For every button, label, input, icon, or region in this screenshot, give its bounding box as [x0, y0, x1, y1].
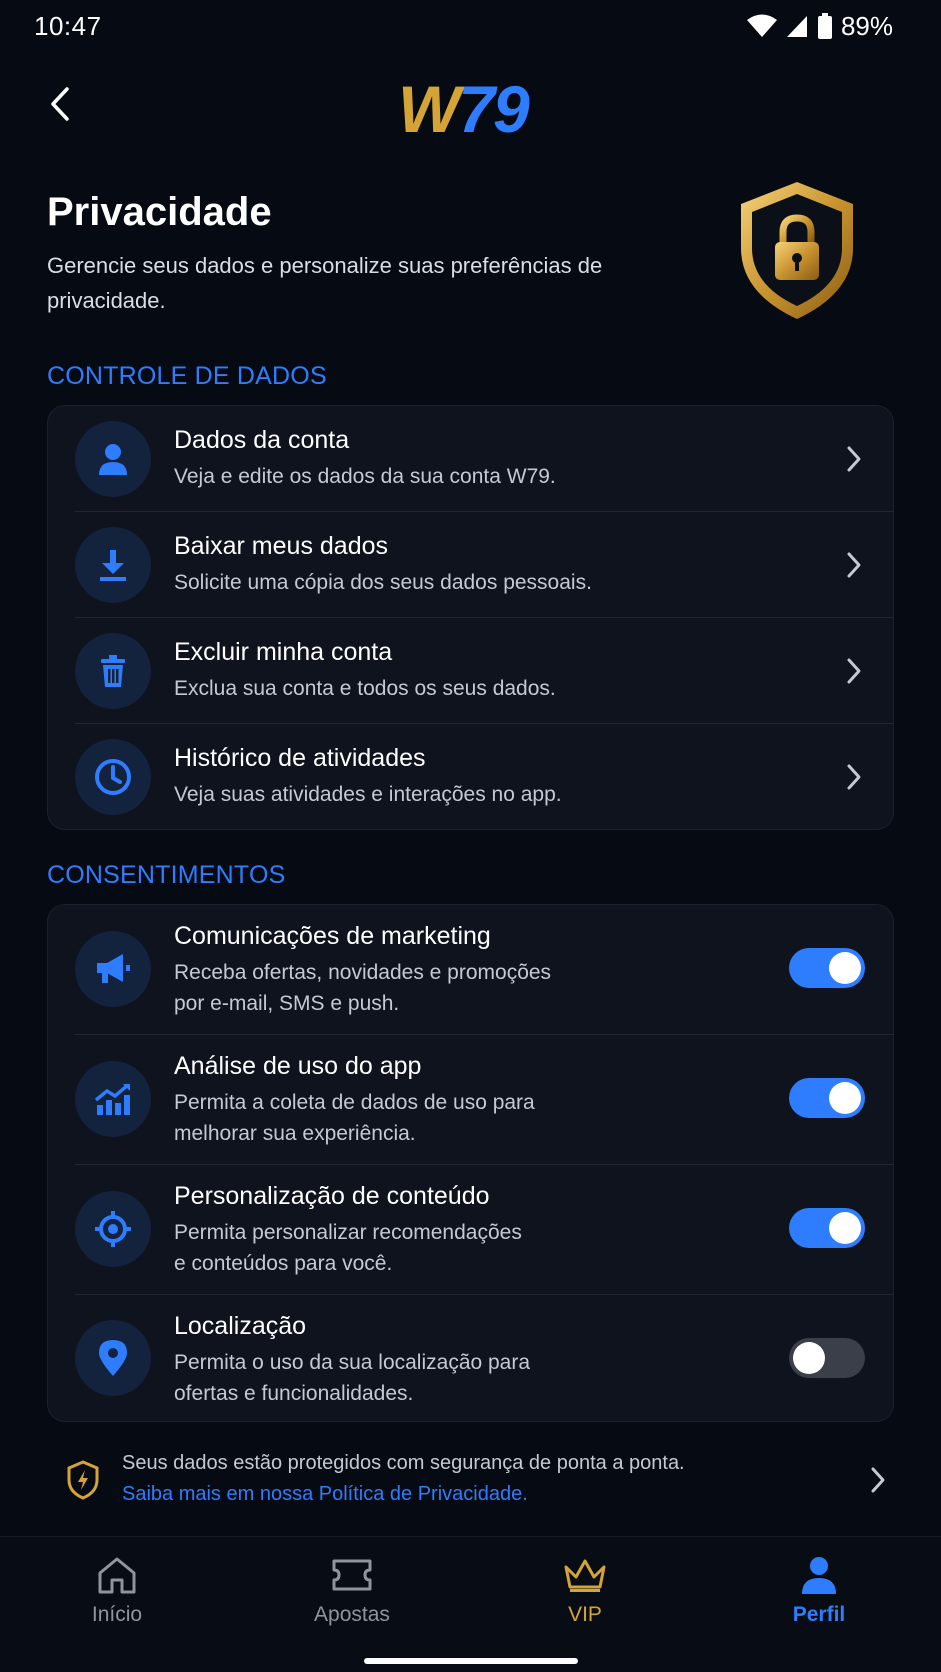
- list-item-download-data[interactable]: Baixar meus dados Solicite uma cópia dos…: [48, 512, 893, 618]
- chevron-right-icon: [843, 550, 865, 580]
- clock-icon: [75, 739, 151, 815]
- description-line: Permita o uso da sua localização para: [174, 1351, 531, 1374]
- item-description: Veja e edite os dados da sua conta W79.: [174, 465, 556, 488]
- battery-icon: [817, 13, 832, 39]
- wifi-icon: [746, 14, 777, 37]
- item-description: Permita o uso da sua localização para of…: [174, 1347, 530, 1409]
- chevron-right-icon: [843, 762, 865, 792]
- target-icon: [75, 1191, 151, 1267]
- download-icon: [75, 527, 151, 603]
- data-control-card: Dados da conta Veja e edite os dados da …: [47, 405, 894, 830]
- privacy-policy-link[interactable]: Saiba mais em nossa Política de Privacid…: [122, 1479, 528, 1509]
- shield-icon: [67, 1460, 99, 1500]
- nav-item-home[interactable]: Início: [42, 1555, 192, 1627]
- consent-item-marketing: Comunicações de marketing Receba ofertas…: [48, 905, 893, 1035]
- consents-card: Comunicações de marketing Receba ofertas…: [47, 904, 894, 1422]
- consent-item-location: Localização Permita o uso da sua localiz…: [48, 1295, 893, 1421]
- status-bar: 10:47 89%: [0, 0, 941, 52]
- logo-letter: W: [398, 72, 460, 146]
- location-toggle[interactable]: [789, 1338, 865, 1378]
- description-line: Permita personalizar recomendações: [174, 1221, 522, 1244]
- home-indicator[interactable]: [364, 1658, 578, 1664]
- battery-percent: 89%: [840, 10, 893, 41]
- location-pin-icon: [75, 1320, 151, 1396]
- page-title: Privacidade: [47, 190, 272, 234]
- nav-label: Início: [91, 1603, 143, 1626]
- chevron-right-icon: [843, 444, 865, 474]
- section-label-data-control: CONTROLE DE DADOS: [47, 362, 327, 390]
- item-title: Baixar meus dados: [174, 532, 389, 560]
- status-icons: 89%: [746, 10, 893, 42]
- description-line: e conteúdos para você.: [174, 1252, 393, 1275]
- toggle-knob: [829, 1212, 861, 1244]
- shield-lock-icon: [741, 182, 853, 319]
- description-line: Receba ofertas, novidades e promoções: [174, 961, 552, 984]
- item-title: Personalização de conteúdo: [174, 1182, 490, 1210]
- item-description: Permita personalizar recomendações e con…: [174, 1217, 522, 1279]
- trash-icon: [75, 633, 151, 709]
- nav-label: VIP: [568, 1603, 602, 1626]
- list-item-account-data[interactable]: Dados da conta Veja e edite os dados da …: [48, 406, 893, 512]
- brand-logo: W 79: [398, 72, 530, 146]
- chevron-right-icon: [871, 1467, 885, 1493]
- description-line: por e-mail, SMS e push.: [174, 992, 400, 1015]
- item-title: Histórico de atividades: [174, 744, 426, 772]
- personalization-toggle[interactable]: [789, 1208, 865, 1248]
- nav-label: Apostas: [314, 1603, 390, 1626]
- chevron-left-icon: [51, 87, 69, 121]
- signal-icon: [786, 16, 807, 37]
- consent-item-personalization: Personalização de conteúdo Permita perso…: [48, 1165, 893, 1295]
- toggle-knob: [793, 1342, 825, 1374]
- nav-item-profile[interactable]: Perfil: [744, 1555, 894, 1627]
- list-item-activity-history[interactable]: Histórico de atividades Veja suas ativid…: [48, 724, 893, 829]
- toggle-knob: [829, 1082, 861, 1114]
- item-title: Análise de uso do app: [174, 1052, 422, 1080]
- item-description: Receba ofertas, novidades e promoções po…: [174, 957, 551, 1019]
- logo-number: 79: [458, 72, 529, 146]
- nav-item-vip[interactable]: VIP: [510, 1555, 660, 1627]
- item-title: Comunicações de marketing: [174, 922, 491, 950]
- item-title: Dados da conta: [174, 426, 350, 454]
- list-item-delete-account[interactable]: Excluir minha conta Exclua sua conta e t…: [48, 618, 893, 724]
- usage-analytics-toggle[interactable]: [789, 1078, 865, 1118]
- user-icon: [75, 421, 151, 497]
- section-label-consents: CONSENTIMENTOS: [47, 861, 286, 889]
- back-button[interactable]: [40, 82, 80, 126]
- item-title: Excluir minha conta: [174, 638, 393, 666]
- user-icon: [802, 1557, 836, 1594]
- chart-icon: [75, 1061, 151, 1137]
- description-line: ofertas e funcionalidades.: [174, 1382, 414, 1405]
- description-line: melhorar sua experiência.: [174, 1122, 416, 1145]
- consent-item-usage-analytics: Análise de uso do app Permita a coleta d…: [48, 1035, 893, 1165]
- crown-icon: [564, 1559, 606, 1592]
- toggle-knob: [829, 952, 861, 984]
- marketing-toggle[interactable]: [789, 948, 865, 988]
- ticket-icon: [332, 1559, 372, 1591]
- page-subtitle: Gerencie seus dados e personalize suas p…: [47, 253, 603, 313]
- item-description: Permita a coleta de dados de uso para me…: [174, 1087, 535, 1149]
- nav-item-bets[interactable]: Apostas: [277, 1555, 427, 1627]
- item-description: Veja suas atividades e interações no app…: [174, 783, 562, 806]
- app-header: W 79: [0, 60, 941, 150]
- description-line: Permita a coleta de dados de uso para: [174, 1091, 535, 1114]
- chevron-right-icon: [843, 656, 865, 686]
- item-description: Solicite uma cópia dos seus dados pessoa…: [174, 571, 592, 594]
- megaphone-icon: [75, 931, 151, 1007]
- status-time: 10:47: [34, 10, 102, 41]
- privacy-policy-note[interactable]: Seus dados estão protegidos com seguranç…: [47, 1448, 894, 1516]
- item-title: Localização: [174, 1312, 307, 1340]
- item-description: Exclua sua conta e todos os seus dados.: [174, 677, 556, 700]
- footer-text: Seus dados estão protegidos com seguranç…: [122, 1452, 685, 1474]
- nav-label: Perfil: [792, 1603, 846, 1626]
- bottom-navigation: Início Apostas VIP Perfil: [0, 1536, 941, 1672]
- home-icon: [98, 1557, 136, 1594]
